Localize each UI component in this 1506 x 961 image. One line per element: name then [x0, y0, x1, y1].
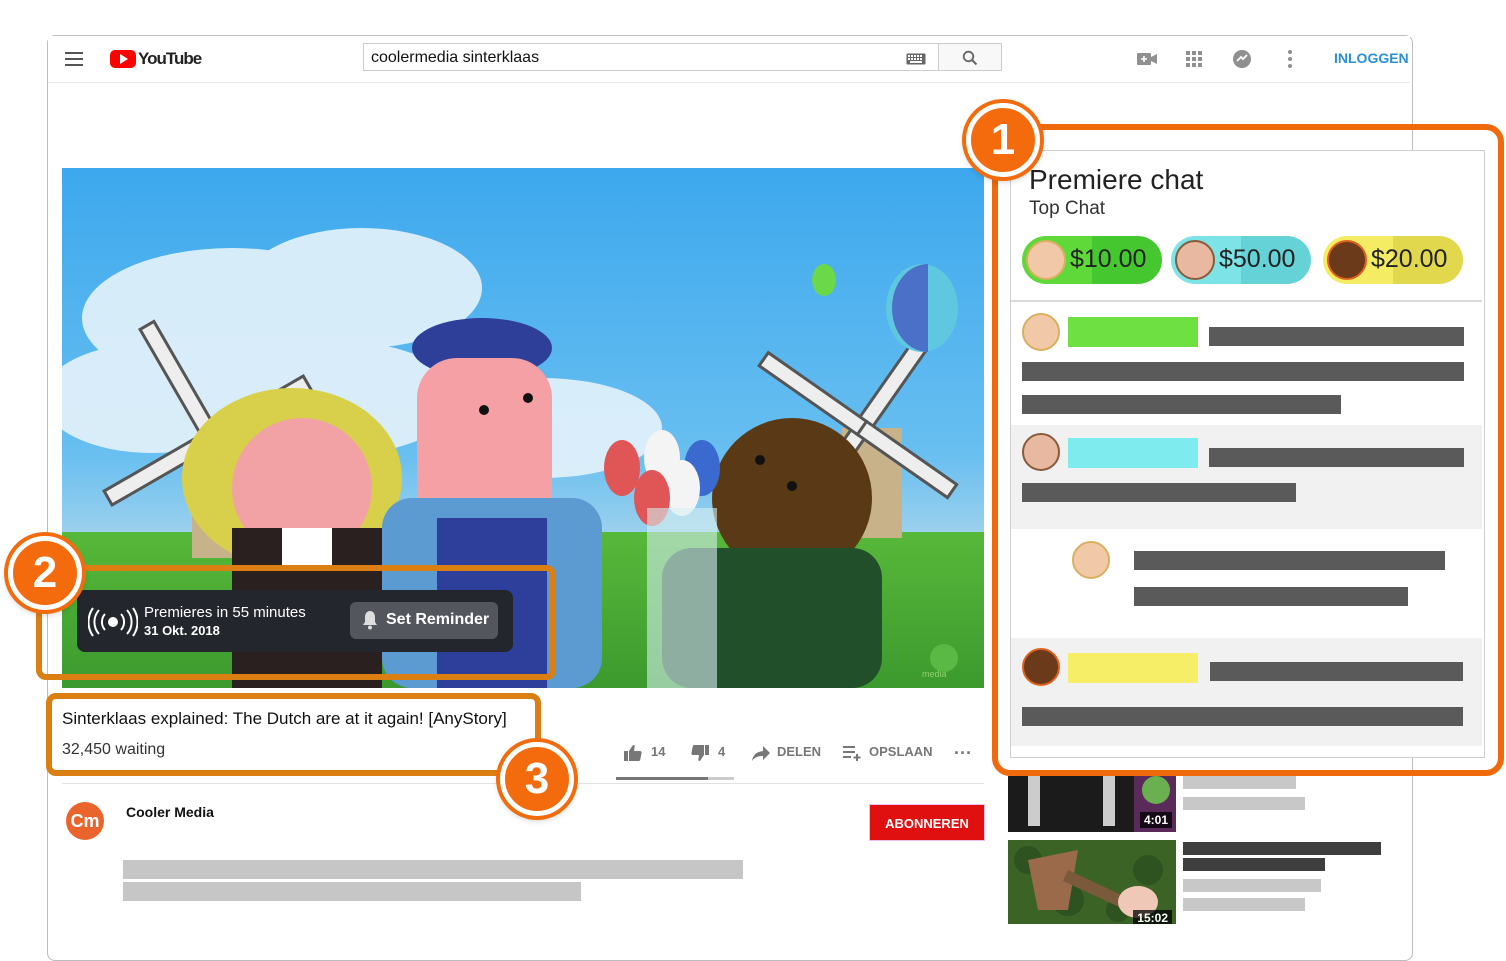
video-title-placeholder: [1183, 842, 1381, 855]
logo-text: YouTube: [138, 49, 202, 68]
signin-button[interactable]: INLOGGEN: [1334, 50, 1409, 66]
more-vertical-icon[interactable]: [1278, 47, 1302, 71]
youtube-logo[interactable]: YouTube: [110, 49, 202, 69]
thumbs-down-icon[interactable]: [690, 744, 710, 762]
video-duration: 4:01: [1139, 812, 1172, 828]
video-duration: 15:02: [1133, 910, 1172, 924]
video-meta-placeholder: [1183, 879, 1321, 892]
like-count[interactable]: 14: [651, 744, 665, 759]
messages-icon[interactable]: [1230, 47, 1254, 71]
share-button[interactable]: DELEN: [777, 744, 821, 759]
annotation-badge: 2: [8, 536, 82, 610]
annotation-badge: 3: [500, 742, 574, 816]
search-input[interactable]: coolermedia sinterklaas: [363, 43, 939, 71]
channel-name[interactable]: Cooler Media: [126, 804, 214, 820]
annotation-box-premiere: [36, 565, 556, 680]
save-button[interactable]: OPSLAAN: [869, 744, 933, 759]
search-icon: [962, 50, 978, 66]
apps-grid-icon[interactable]: [1182, 47, 1206, 71]
annotation-badge: 1: [966, 103, 1040, 177]
share-icon[interactable]: [751, 744, 771, 762]
video-meta-placeholder: [1183, 776, 1296, 789]
youtube-play-icon: [110, 50, 136, 68]
channel-avatar[interactable]: Cm: [66, 802, 104, 840]
dislike-count[interactable]: 4: [718, 744, 725, 759]
description-placeholder-line: [123, 860, 743, 879]
recommended-video-thumbnail[interactable]: 15:02: [1008, 840, 1176, 924]
search-button[interactable]: [938, 43, 1002, 71]
video-meta-placeholder: [1183, 797, 1305, 810]
recommended-video-thumbnail[interactable]: 4:01: [1008, 776, 1176, 832]
video-title-placeholder: [1183, 858, 1325, 871]
watermark-label: media: [922, 669, 947, 679]
annotation-box-title: [46, 693, 541, 776]
subscribe-button[interactable]: ABONNEREN: [869, 804, 985, 841]
keyboard-icon[interactable]: [906, 53, 926, 65]
more-actions-button[interactable]: ...: [954, 738, 972, 759]
menu-icon[interactable]: [65, 52, 83, 66]
video-meta-placeholder: [1183, 898, 1305, 911]
add-to-playlist-icon[interactable]: [842, 744, 862, 762]
annotation-box-chat: [992, 124, 1504, 776]
like-ratio-bar: [616, 777, 734, 780]
thumbs-up-icon[interactable]: [623, 744, 643, 762]
create-video-icon[interactable]: [1135, 47, 1159, 71]
description-placeholder-line: [123, 882, 581, 901]
